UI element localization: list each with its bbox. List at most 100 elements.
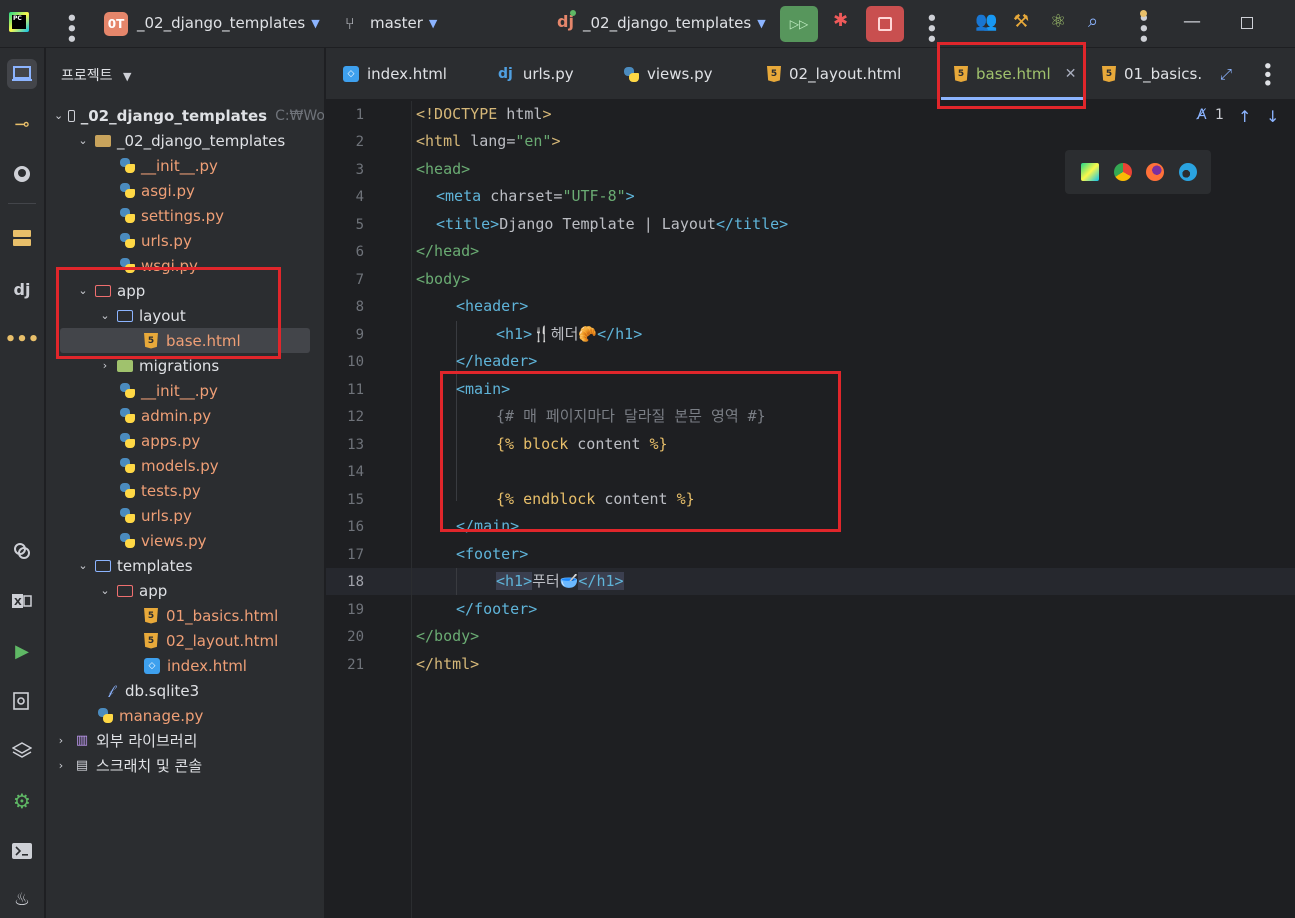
scratch-icon: ▤ <box>75 758 89 773</box>
terminal-icon[interactable] <box>7 836 37 866</box>
tree-item[interactable]: ⌄ templates <box>46 553 324 578</box>
html-file-icon: 5 <box>767 66 781 82</box>
tree-item[interactable]: views.py <box>46 528 324 553</box>
run-config-selector[interactable]: _02_django_templates ▼ <box>583 14 766 32</box>
more-icon[interactable]: ••• <box>5 324 40 354</box>
django-file-icon: dj <box>498 66 513 82</box>
minimize-icon[interactable]: — <box>1183 11 1201 32</box>
tree-item[interactable]: settings.py <box>46 203 324 228</box>
tab-views-py[interactable]: views.py <box>624 48 713 100</box>
commit-icon[interactable]: ⊸ <box>7 109 37 139</box>
tree-item[interactable]: ⌄ app <box>46 578 324 603</box>
chevron-down-icon: ⌄ <box>100 584 110 597</box>
branch-selector[interactable]: master ▼ <box>370 14 437 32</box>
debug-icon[interactable]: ✱ <box>833 10 848 31</box>
tree-item[interactable]: › ▤ 스크래치 및 콘솔 <box>46 753 324 778</box>
users-icon[interactable]: 👥 <box>975 11 997 32</box>
excel-icon[interactable]: X <box>7 586 37 616</box>
tree-item[interactable]: 5 02_layout.html <box>46 628 324 653</box>
tree-item[interactable]: asgi.py <box>46 178 324 203</box>
python-console-icon[interactable] <box>7 536 37 566</box>
run-config-name: _02_django_templates <box>583 14 752 32</box>
tab-01-basics-html[interactable]: 5 01_basics. <box>1102 48 1202 100</box>
pycharm-logo-icon[interactable]: PC <box>9 12 29 32</box>
code-line: <meta charset="UTF-8"> <box>436 187 635 205</box>
project-badge[interactable]: 0T <box>104 12 128 36</box>
edge-icon[interactable] <box>1179 163 1197 181</box>
chevron-down-icon: ⌄ <box>78 559 88 572</box>
tree-item[interactable]: models.py <box>46 453 324 478</box>
line-number: 15 <box>347 492 364 508</box>
tab-02-layout-html[interactable]: 5 02_layout.html <box>767 48 901 100</box>
tree-item[interactable]: apps.py <box>46 428 324 453</box>
maximize-icon[interactable] <box>1241 17 1253 29</box>
tree-item[interactable]: ◇ index.html <box>46 653 324 678</box>
tree-item[interactable]: admin.py <box>46 403 324 428</box>
project-selector[interactable]: _02_django_templates ▼ <box>137 14 320 32</box>
search-icon[interactable] <box>7 686 37 716</box>
tree-item[interactable]: __init__.py <box>46 153 324 178</box>
python-file-icon <box>98 708 113 723</box>
settings-icon[interactable]: ⚙ <box>7 786 37 816</box>
code-line: <h1>🍴헤더🥐</h1> <box>496 325 643 343</box>
line-number: 4 <box>355 189 364 205</box>
next-problem-icon[interactable]: ↓ <box>1266 107 1279 126</box>
prev-problem-icon[interactable]: ↑ <box>1238 107 1251 126</box>
line-number: 5 <box>355 217 364 233</box>
atom-icon[interactable]: ⚛ <box>1050 11 1066 32</box>
chevron-right-icon: › <box>58 759 64 772</box>
tree-item[interactable]: urls.py <box>46 228 324 253</box>
expand-icon[interactable]: ⤢ <box>1220 48 1232 100</box>
tree-item[interactable]: __init__.py <box>46 378 324 403</box>
tree-item[interactable]: urls.py <box>46 503 324 528</box>
tree-root[interactable]: ⌄ _02_django_templates C:₩Wo <box>46 103 324 128</box>
pycharm-browser-icon[interactable] <box>1081 163 1099 181</box>
search-icon[interactable]: ⌕ <box>1088 11 1098 32</box>
firefox-icon[interactable] <box>1146 163 1164 181</box>
inspection-count: 1 <box>1215 107 1224 123</box>
tab-urls-py[interactable]: dj urls.py <box>498 48 574 100</box>
tabs-menu-icon[interactable]: ••• <box>1258 48 1276 100</box>
database-icon[interactable] <box>7 223 37 253</box>
project-icon[interactable] <box>7 59 37 89</box>
tree-item[interactable]: 𝒻 db.sqlite3 <box>46 678 324 703</box>
run-button[interactable]: ▷▷ <box>780 6 818 42</box>
run-icon[interactable]: ▶ <box>7 636 37 666</box>
tools-icon[interactable]: ⚒ <box>1013 11 1029 32</box>
code-line: <head> <box>416 160 471 178</box>
layers-icon[interactable] <box>7 736 37 766</box>
tree-item[interactable]: manage.py <box>46 703 324 728</box>
line-number: 8 <box>355 299 364 315</box>
line-number: 10 <box>347 354 364 370</box>
stop-button[interactable] <box>866 6 904 42</box>
code-line: <header> <box>456 297 529 315</box>
python-file-icon <box>120 208 135 223</box>
folder-icon <box>117 359 133 372</box>
library-icon: ▥ <box>75 733 89 748</box>
more-actions-icon[interactable]: ••• <box>920 12 941 44</box>
chevron-right-icon: › <box>102 359 108 372</box>
inspection-widget[interactable]: A̸ <box>1197 107 1207 123</box>
line-number: 7 <box>355 272 364 288</box>
browser-preview-bar <box>1065 150 1211 194</box>
main-menu-icon[interactable]: ••• <box>60 12 81 44</box>
django-icon[interactable]: dj <box>7 274 37 304</box>
app-folder-icon <box>117 584 133 597</box>
chevron-right-icon: › <box>58 734 64 747</box>
sqlite-icon: 𝒻 <box>108 683 114 698</box>
code-line: <title>Django Template | Layout</title> <box>436 215 789 233</box>
tree-item[interactable]: › ▥ 외부 라이브러리 <box>46 728 324 753</box>
tree-item[interactable]: ⌄ _02_django_templates <box>46 128 324 153</box>
tab-index-html[interactable]: ◇ index.html <box>343 48 447 100</box>
folder-icon <box>95 134 111 147</box>
tree-item[interactable]: 5 01_basics.html <box>46 603 324 628</box>
python-file-icon <box>624 66 639 82</box>
tree-item[interactable]: tests.py <box>46 478 324 503</box>
github-icon[interactable] <box>7 159 37 189</box>
chrome-icon[interactable] <box>1114 163 1132 181</box>
project-panel-title[interactable]: 프로젝트 ▼ <box>61 65 131 85</box>
template-file-icon: ◇ <box>144 657 160 674</box>
notifications-icon[interactable]: ♨ <box>7 884 37 914</box>
chevron-down-icon: ▼ <box>311 16 320 30</box>
annotation-box-tree <box>56 267 281 359</box>
